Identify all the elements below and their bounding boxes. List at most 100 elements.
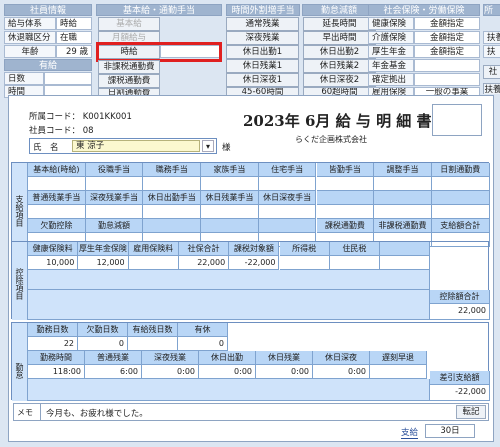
pay-value-row1-0[interactable] bbox=[28, 177, 86, 191]
pay-header-row3-6: 非課税通勤費 bbox=[374, 219, 432, 233]
deduction-value-3[interactable]: 22,000 bbox=[178, 256, 230, 270]
attendance-value1-3[interactable]: 0 bbox=[178, 337, 228, 351]
pay-header-row3-5: 課税通勤費 bbox=[316, 219, 375, 233]
memo-text[interactable]: 今月も、お疲れ様でした。 bbox=[46, 407, 148, 419]
deduction-side-label: 控除項目 bbox=[12, 242, 28, 320]
pension-value[interactable]: 金額指定 bbox=[414, 45, 480, 58]
deduction-value-7[interactable] bbox=[380, 256, 431, 270]
pay-value-row1-4[interactable] bbox=[258, 177, 317, 191]
pay-header-row1-7: 日割通勤費 bbox=[431, 163, 490, 177]
attendance-header2-2: 深夜残業 bbox=[142, 351, 199, 365]
pay-header-row3-3 bbox=[201, 219, 259, 233]
attendance-value2-1[interactable]: 6:00 bbox=[85, 365, 142, 379]
pay-header-row1-1: 役職手当 bbox=[85, 163, 144, 177]
office-code: 所属コード： K001KK001 bbox=[29, 112, 132, 122]
payment-value[interactable]: 30日 bbox=[425, 424, 475, 438]
attendance-value2-6[interactable] bbox=[370, 365, 427, 379]
attendance-header1-1: 欠勤日数 bbox=[78, 323, 128, 337]
paid-days-value[interactable] bbox=[44, 72, 92, 85]
attendance-header2-0: 勤務時間 bbox=[28, 351, 85, 365]
nontaxable-commute-button[interactable]: 非課税通勤費 bbox=[98, 60, 160, 74]
pay-value-row1-7[interactable] bbox=[431, 177, 490, 191]
pay-value-row1-3[interactable] bbox=[201, 177, 259, 191]
transcribe-button[interactable]: 転記 bbox=[456, 405, 486, 419]
deduction-value-6[interactable] bbox=[329, 256, 381, 270]
pay-value-row1-1[interactable] bbox=[85, 177, 144, 191]
deduction-total-value: 22,000 bbox=[430, 304, 490, 320]
attendance-value1-1[interactable]: 0 bbox=[78, 337, 128, 351]
pay-value-row1-2[interactable] bbox=[143, 177, 202, 191]
attendance-value2-3[interactable]: 0:00 bbox=[199, 365, 256, 379]
pay-header-row3-2 bbox=[143, 219, 202, 233]
attendance-header1-3: 有休 bbox=[178, 323, 228, 337]
deduction-header-3: 社保合計 bbox=[178, 242, 230, 256]
pay-value-row2-0[interactable] bbox=[28, 205, 86, 219]
deduction-header-2: 雇用保険料 bbox=[128, 242, 179, 256]
company-name: らくだ企画株式会社 bbox=[295, 135, 367, 144]
extension-hours-button[interactable]: 延長時間 bbox=[303, 17, 376, 31]
attendance-header2-3: 休日出勤 bbox=[199, 351, 256, 365]
pay-value-row2-4[interactable] bbox=[258, 205, 317, 219]
employee-info-header: 社員情報 bbox=[4, 4, 92, 16]
deduction-value-0[interactable]: 10,000 bbox=[28, 256, 79, 270]
defined-contribution-value[interactable] bbox=[414, 73, 480, 86]
holiday-night1-button[interactable]: 休日深夜1 bbox=[226, 73, 299, 87]
deduction-value-1[interactable]: 12,000 bbox=[78, 256, 129, 270]
pay-header-row3-0: 欠勤控除 bbox=[28, 219, 86, 233]
leave-status-value[interactable]: 在職 bbox=[56, 31, 92, 44]
holiday-work2-button[interactable]: 休日出勤2 bbox=[303, 45, 376, 59]
holiday-night2-button[interactable]: 休日深夜2 bbox=[303, 73, 376, 87]
pay-header-row2-1: 深夜残業手当 bbox=[85, 191, 144, 205]
pension-fund-value[interactable] bbox=[414, 59, 480, 72]
attendance-section: 勤怠 勤務日数 22 欠勤日数 0 有給残日数 有休 0 勤務時間 118:00 普通残業 6:00… bbox=[11, 322, 490, 401]
normal-overtime-button[interactable]: 通常残業 bbox=[226, 17, 299, 31]
attendance-header2-5: 休日深夜 bbox=[313, 351, 370, 365]
attendance-header1-2: 有給残日数 bbox=[128, 323, 178, 337]
base-salary-button[interactable]: 基本給 bbox=[98, 17, 160, 31]
pay-system-value[interactable]: 時給 bbox=[56, 17, 92, 30]
care-insurance-label: 介護保険 bbox=[368, 31, 414, 44]
pay-value-row2-3[interactable] bbox=[201, 205, 259, 219]
pay-value-row2-7[interactable] bbox=[431, 205, 490, 219]
health-insurance-value[interactable]: 金額指定 bbox=[414, 17, 480, 30]
deduction-header-6: 住民税 bbox=[329, 242, 381, 256]
pay-value-row2-5[interactable] bbox=[316, 205, 375, 219]
leave-status-label: 休退職区分 bbox=[4, 31, 56, 44]
pay-value-row1-5[interactable] bbox=[316, 177, 375, 191]
deduction-blank-row bbox=[28, 270, 430, 290]
attendance-value2-5[interactable]: 0:00 bbox=[313, 365, 370, 379]
holiday-overtime1-button[interactable]: 休日残業1 bbox=[226, 59, 299, 73]
attendance-value1-0[interactable]: 22 bbox=[28, 337, 78, 351]
pay-value-row2-2[interactable] bbox=[143, 205, 202, 219]
deduction-header-0: 健康保険料 bbox=[28, 242, 79, 256]
attendance-blank-row bbox=[28, 379, 430, 401]
edge-panel: 所 扶養 扶 社 扶養 bbox=[483, 4, 500, 94]
deduction-value-4[interactable]: -22,000 bbox=[229, 256, 280, 270]
deduction-blank-row-2 bbox=[28, 290, 430, 320]
name-dropdown-chevron-icon[interactable]: ▾ bbox=[202, 140, 214, 152]
attendance-value1-2[interactable] bbox=[128, 337, 178, 351]
deduction-header-4: 課税対象額 bbox=[229, 242, 280, 256]
attendance-value2-0[interactable]: 118:00 bbox=[28, 365, 85, 379]
pay-header-row3-4 bbox=[258, 219, 317, 233]
night-overtime-button[interactable]: 深夜残業 bbox=[226, 31, 299, 45]
name-input[interactable]: 東 涼子 bbox=[72, 140, 200, 152]
pay-header-row2-6 bbox=[374, 191, 432, 205]
care-insurance-value[interactable]: 金額指定 bbox=[414, 31, 480, 44]
holiday-overtime2-button[interactable]: 休日残業2 bbox=[303, 59, 376, 73]
deduction-value-5[interactable] bbox=[279, 256, 330, 270]
base-pay-header: 基本給・通勤手当 bbox=[96, 4, 222, 16]
edge-button-2[interactable]: 扶養 bbox=[483, 83, 500, 94]
early-hours-button[interactable]: 早出時間 bbox=[303, 31, 376, 45]
taxable-commute-button[interactable]: 課税通勤費 bbox=[98, 74, 160, 88]
pay-value-row1-6[interactable] bbox=[374, 177, 432, 191]
name-box: 氏 名 東 涼子 ▾ bbox=[29, 138, 217, 154]
attendance-value2-2[interactable]: 0:00 bbox=[142, 365, 199, 379]
attendance-value2-4[interactable]: 0:00 bbox=[256, 365, 313, 379]
deduction-value-2[interactable] bbox=[128, 256, 179, 270]
pay-value-row2-6[interactable] bbox=[374, 205, 432, 219]
holiday-work1-button[interactable]: 休日出勤1 bbox=[226, 45, 299, 59]
pay-value-row2-1[interactable] bbox=[85, 205, 144, 219]
edge-button-1[interactable]: 社 bbox=[483, 65, 500, 79]
name-label: 氏 名 bbox=[33, 143, 59, 153]
